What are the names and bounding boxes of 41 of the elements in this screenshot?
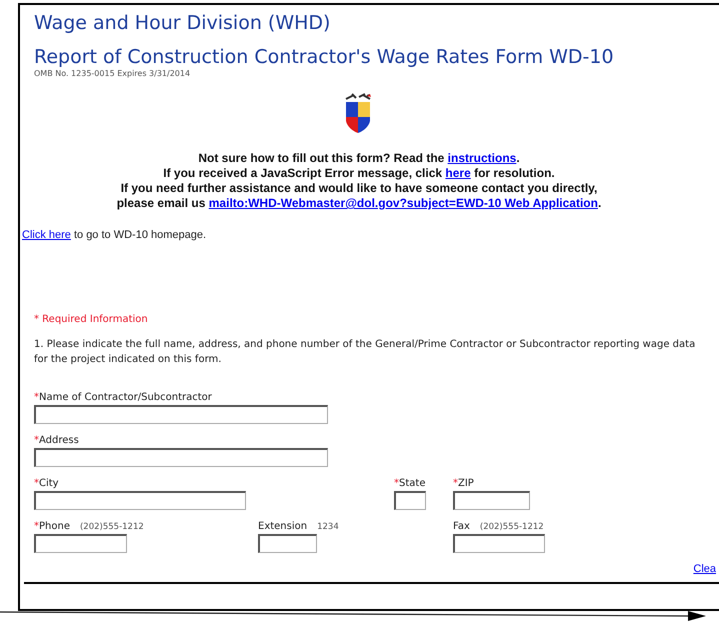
input-field[interactable] (34, 490, 246, 510)
help-text: please email us mailto:WHD-Webmaster@dol.gov?subject=EWD-10 Web Application. (116, 196, 602, 211)
field-label: Address (39, 434, 79, 448)
input-field[interactable] (34, 534, 127, 552)
form-title: Report of Construction Contractor's Wage Rates Form WD-10 (34, 45, 615, 69)
format-hint: (202)555-1212 (480, 520, 544, 534)
field-label: ZIP (458, 476, 474, 490)
instruction-text: 1. Please indicate the full name, address, and phone number of the General/Prime Contractor or Subcontractor reporting wage data for the project indicated on this form. (34, 338, 696, 366)
required-mark: * (453, 476, 458, 490)
shield-logo-icon (343, 93, 373, 135)
homepage-link[interactable]: Click here (22, 229, 71, 241)
help-text: If you need further assistance and would like to have someone contact you directly, (120, 181, 598, 196)
required-mark: * (34, 390, 39, 404)
homepage-text: Click here to go to WD-10 homepage. (22, 228, 208, 243)
field-label: Name of Contractor/Subcontractor (39, 390, 212, 404)
help-link[interactable]: instructions (448, 151, 516, 165)
required-mark: * (394, 476, 399, 490)
help-text: Not sure how to fill out this form? Read the instructions. (198, 151, 520, 166)
field-label: State (399, 476, 426, 490)
field-label: Fax (453, 520, 470, 534)
input-field[interactable] (34, 404, 328, 424)
input-field[interactable] (394, 490, 426, 510)
input-field[interactable] (453, 534, 545, 552)
clear-link[interactable]: Clea (693, 560, 716, 577)
help-text: If you received a JavaScript Error message, click here for resolution. (163, 166, 555, 181)
required-mark: * (34, 476, 39, 490)
required-mark: * (34, 520, 39, 534)
input-field[interactable] (453, 490, 530, 510)
input-field[interactable] (258, 534, 317, 552)
required-mark: * (34, 434, 39, 448)
help-link[interactable]: mailto:WHD-Webmaster@dol.gov?subject=EWD-10 Web Application (208, 196, 598, 210)
omb-number: OMB No. 1235-0015 Expires 3/31/2014 (34, 69, 192, 79)
format-hint: 1234 (317, 520, 339, 534)
help-link[interactable]: here (445, 166, 471, 180)
required-note: * Required Information (34, 312, 149, 326)
input-field[interactable] (34, 448, 328, 466)
field-label: City (39, 476, 59, 490)
field-label: Phone (39, 520, 70, 534)
format-hint: (202)555-1212 (80, 520, 144, 534)
page-title: Wage and Hour Division (WHD) (34, 11, 332, 35)
field-label: Extension (258, 520, 308, 534)
